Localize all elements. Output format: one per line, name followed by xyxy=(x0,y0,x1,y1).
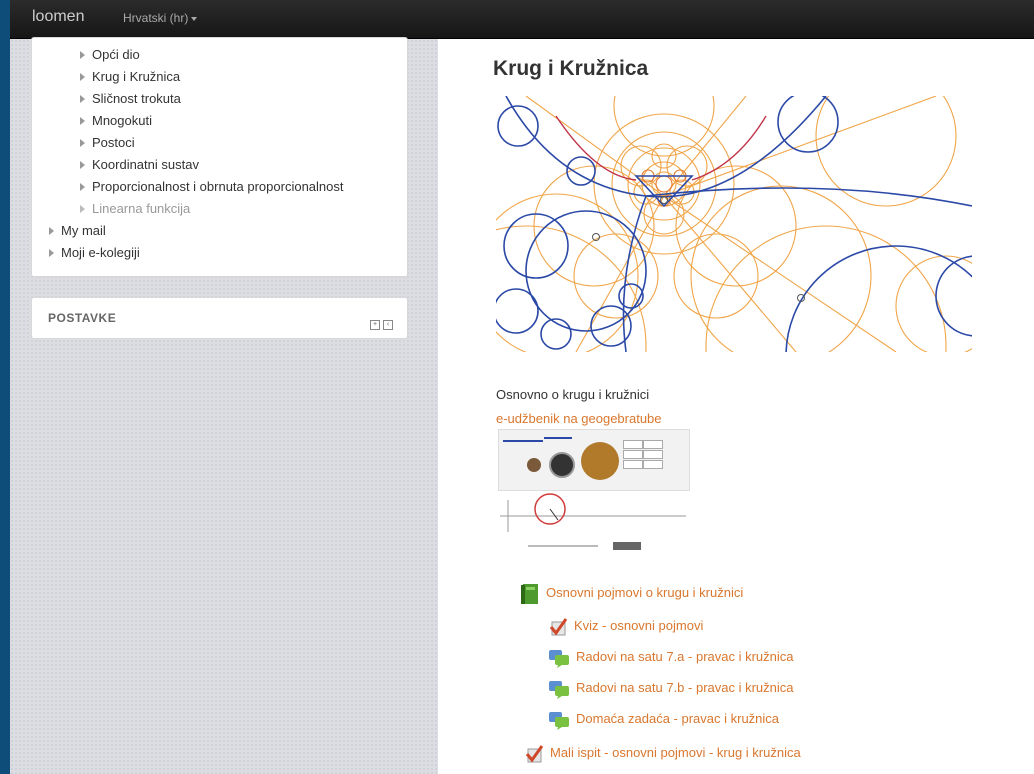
left-sidebar: Opći dio Krug i Kružnica Sličnost trokut… xyxy=(10,37,438,774)
nav-item-krug-i-kruznica[interactable]: Krug i Kružnica xyxy=(80,66,344,88)
value-cell xyxy=(623,440,643,449)
block-controls: + ‹ xyxy=(367,314,393,330)
expand-arrow-icon xyxy=(80,138,85,147)
nav-item-label: Sličnost trokuta xyxy=(92,91,181,106)
page-title: Krug i Kružnica xyxy=(493,57,649,80)
expand-arrow-icon xyxy=(49,248,54,257)
dock-block-icon[interactable]: + xyxy=(370,320,380,330)
expand-arrow-icon xyxy=(80,116,85,125)
nav-item-label: Koordinatni sustav xyxy=(92,157,199,172)
nav-item-label: Linearna funkcija xyxy=(92,201,191,216)
activity-label: Radovi na satu 7.a - pravac i kružnica xyxy=(576,649,794,664)
navigation-block: Opći dio Krug i Kružnica Sličnost trokut… xyxy=(31,37,408,277)
top-nav-list: My mail Moji e-kolegiji xyxy=(49,220,140,264)
nav-item-label: Moji e-kolegiji xyxy=(61,245,140,260)
expand-arrow-icon xyxy=(80,182,85,191)
nav-item-koordinatni-sustav[interactable]: Koordinatni sustav xyxy=(80,154,344,176)
settings-title: POSTAVKE xyxy=(48,311,117,325)
value-cell xyxy=(623,450,643,459)
top-navbar: loomen Hrvatski (hr) xyxy=(10,0,1034,39)
nav-item-proporcionalnost[interactable]: Proporcionalnost i obrnuta proporcionaln… xyxy=(80,176,344,198)
activity-mali-ispit[interactable]: Mali ispit - osnovni pojmovi - krug i kr… xyxy=(524,742,801,768)
main-content: Krug i Kružnica Osnovno o krugu i kružni… xyxy=(438,39,1034,774)
expand-arrow-icon xyxy=(49,226,54,235)
nav-item-label: Mnogokuti xyxy=(92,113,152,128)
caret-down-icon xyxy=(191,16,198,21)
nav-item-my-mail[interactable]: My mail xyxy=(49,220,140,242)
activity-radovi-7b[interactable]: Radovi na satu 7.b - pravac i kružnica xyxy=(548,677,794,703)
geogebra-thumbnail-1[interactable] xyxy=(498,429,690,491)
settings-block: POSTAVKE + ‹ xyxy=(31,297,408,339)
forum-icon xyxy=(549,649,569,668)
nav-item-label: My mail xyxy=(61,223,106,238)
nav-item-linearna-funkcija[interactable]: Linearna funkcija xyxy=(80,198,344,220)
nav-item-label: Proporcionalnost i obrnuta proporcionaln… xyxy=(92,179,344,194)
value-cell xyxy=(643,440,663,449)
slider-bar xyxy=(544,437,572,439)
forum-icon xyxy=(549,680,569,699)
geogebra-thumbnail-2[interactable] xyxy=(498,492,688,552)
nav-item-label: Postoci xyxy=(92,135,135,150)
value-cell xyxy=(623,460,643,469)
book-icon xyxy=(521,583,538,604)
value-cell xyxy=(643,450,663,459)
nav-item-label: Opći dio xyxy=(92,47,140,62)
book-activity[interactable]: Osnovni pojmovi o krugu i kružnici xyxy=(520,582,743,608)
expand-arrow-icon xyxy=(80,50,85,59)
nav-item-label: Krug i Kružnica xyxy=(92,69,181,84)
quiz-icon xyxy=(549,617,568,636)
nav-item-slicnost-trokuta[interactable]: Sličnost trokuta xyxy=(80,88,344,110)
nav-item-moji-e-kolegiji[interactable]: Moji e-kolegiji xyxy=(49,242,140,264)
activity-label: Kviz - osnovni pojmovi xyxy=(574,618,704,633)
activity-domaca-zadaca[interactable]: Domaća zadaća - pravac i kružnica xyxy=(548,708,779,734)
activity-radovi-7a[interactable]: Radovi na satu 7.a - pravac i kružnica xyxy=(548,646,794,672)
language-label: Hrvatski (hr) xyxy=(123,11,189,25)
expand-arrow-icon xyxy=(80,94,85,103)
course-sections-list: Opći dio Krug i Kružnica Sličnost trokut… xyxy=(80,44,344,220)
expand-arrow-icon xyxy=(80,72,85,81)
coin-medium-image xyxy=(549,452,575,478)
book-activity-label: Osnovni pojmovi o krugu i kružnici xyxy=(546,585,744,600)
activity-label: Radovi na satu 7.b - pravac i kružnica xyxy=(576,680,794,695)
quiz-icon xyxy=(525,744,544,763)
nav-item-postoci[interactable]: Postoci xyxy=(80,132,344,154)
activity-label: Domaća zadaća - pravac i kružnica xyxy=(576,711,780,726)
activity-label: Mali ispit - osnovni pojmovi - krug i kr… xyxy=(550,745,801,760)
apollonian-gasket-image xyxy=(496,96,972,352)
expand-arrow-icon xyxy=(80,204,85,213)
slider-bar xyxy=(503,440,543,442)
coin-small-image xyxy=(527,458,541,472)
nav-item-opci-dio[interactable]: Opći dio xyxy=(80,44,344,66)
forum-icon xyxy=(549,711,569,730)
ebook-link[interactable]: e-udžbenik na geogebratube xyxy=(496,411,662,426)
activity-kviz[interactable]: Kviz - osnovni pojmovi xyxy=(548,615,703,641)
expand-arrow-icon xyxy=(80,160,85,169)
section-intro-text: Osnovno o krugu i kružnici xyxy=(496,387,650,402)
coin-large-image xyxy=(581,442,619,480)
site-brand[interactable]: loomen xyxy=(32,8,84,26)
language-menu[interactable]: Hrvatski (hr) xyxy=(123,11,198,25)
collapse-block-icon[interactable]: ‹ xyxy=(383,320,393,330)
nav-item-mnogokuti[interactable]: Mnogokuti xyxy=(80,110,344,132)
value-cell xyxy=(643,460,663,469)
